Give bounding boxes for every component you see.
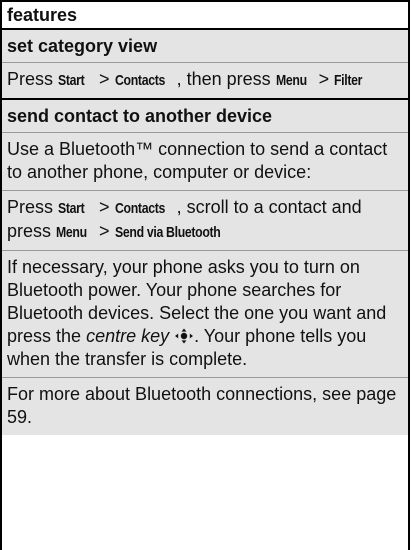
key-contacts: Contacts	[114, 200, 165, 217]
key-filter: Filter	[334, 72, 363, 89]
paragraph-more-about-bluetooth: For more about Bluetooth connections, se…	[2, 377, 408, 435]
key-menu: Menu	[275, 72, 307, 89]
section-title-text: set category view	[7, 36, 158, 56]
section-title-send-contact: send contact to another device	[2, 98, 408, 132]
instruction-set-category-view: Press Start > Contacts, then press Menu …	[2, 62, 408, 98]
section-title-set-category-view: set category view	[2, 30, 408, 62]
separator: >	[99, 197, 110, 217]
key-menu: Menu	[56, 224, 87, 241]
instruction-mid: , then press	[176, 69, 271, 89]
centre-key-label: centre key	[86, 326, 170, 346]
paragraph-text: Use a Bluetooth™ connection to send a co…	[7, 139, 388, 182]
paragraph-bluetooth-power: If necessary, your phone asks you to tur…	[2, 250, 408, 377]
key-send-via-bluetooth: Send via Bluetooth	[114, 224, 221, 241]
table-header-label: features	[7, 5, 78, 25]
section-title-text: send contact to another device	[7, 106, 273, 126]
navigation-key-icon	[175, 328, 194, 344]
key-start: Start	[58, 200, 85, 217]
table-header: features	[2, 2, 408, 30]
separator: >	[99, 69, 110, 89]
separator: >	[318, 69, 330, 89]
paragraph-text: For more about Bluetooth connections, se…	[7, 384, 397, 427]
paragraph-bluetooth-intro: Use a Bluetooth™ connection to send a co…	[2, 132, 408, 190]
separator: >	[99, 221, 110, 241]
key-contacts: Contacts	[114, 72, 165, 89]
instruction-prefix: Press	[7, 69, 54, 89]
key-start: Start	[58, 72, 85, 89]
instruction-send-via-bluetooth: Press Start > Contacts, scroll to a cont…	[2, 190, 408, 250]
instruction-prefix: Press	[7, 197, 54, 217]
features-table: features set category view Press Start >…	[0, 0, 410, 550]
